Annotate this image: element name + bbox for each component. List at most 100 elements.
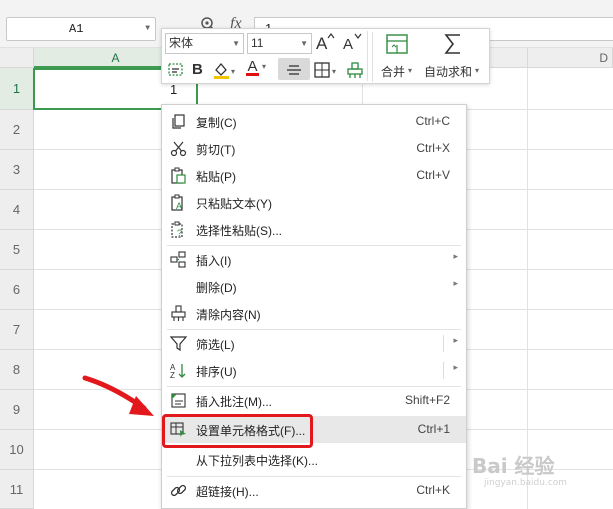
svg-text:A: A xyxy=(316,34,328,52)
menu-item-paste-text[interactable]: A 只粘贴文本(Y) xyxy=(162,189,466,216)
chevron-right-icon[interactable]: ▸ xyxy=(453,362,458,373)
menu-item-sort[interactable]: AZ 排序(U) ▸ xyxy=(162,357,466,384)
row-header-4[interactable]: 4 xyxy=(0,190,34,230)
font-name-select[interactable]: 宋体 ▼ xyxy=(165,33,244,54)
svg-text:A: A xyxy=(343,36,353,52)
menu-item-shortcut: Ctrl+X xyxy=(416,141,450,155)
menu-item-insert-comment[interactable]: 插入批注(M)... Shift+F2 xyxy=(162,387,466,414)
menu-item-label: 只粘贴文本(Y) xyxy=(196,197,272,211)
select-all-corner[interactable] xyxy=(0,48,34,68)
menu-item-label: 排序(U) xyxy=(196,365,237,379)
chevron-down-icon[interactable]: ▾ xyxy=(408,66,412,75)
merge-label[interactable]: 合并 xyxy=(381,63,405,80)
border-icon[interactable]: ▾ xyxy=(313,60,341,83)
menu-item-hyperlink[interactable]: 超链接(H)... Ctrl+K xyxy=(162,477,466,504)
row-header-2[interactable]: 2 xyxy=(0,110,34,150)
menu-item-label: 清除内容(N) xyxy=(196,308,261,322)
menu-item-label: 复制(C) xyxy=(196,116,237,130)
fill-color-icon[interactable]: ▾ xyxy=(212,60,238,83)
menu-item-label: 删除(D) xyxy=(196,281,237,295)
increase-font-icon[interactable]: A xyxy=(315,32,335,55)
paste-text-icon: A xyxy=(170,194,187,211)
font-color-glyph: A xyxy=(247,58,258,75)
chevron-down-icon: ▼ xyxy=(300,39,308,48)
clear-icon xyxy=(170,305,187,322)
chevron-right-icon: ▸ xyxy=(453,251,458,261)
menu-item-shortcut: Ctrl+V xyxy=(416,168,450,182)
merge-icon[interactable] xyxy=(385,33,409,58)
menu-item-shortcut: Ctrl+1 xyxy=(417,422,450,436)
row-header-1[interactable]: 1 xyxy=(0,68,34,110)
svg-text:▾: ▾ xyxy=(231,67,235,76)
toolbar-divider xyxy=(372,32,373,82)
chevron-down-icon[interactable]: ▾ xyxy=(475,66,479,75)
svg-text:Z: Z xyxy=(170,371,175,379)
font-size-select[interactable]: 11 ▼ xyxy=(247,33,312,54)
watermark-logo: Bai 经验 xyxy=(472,454,555,478)
menu-item-filter[interactable]: 筛选(L) ▸ xyxy=(162,330,466,357)
menu-item-label: 筛选(L) xyxy=(196,338,235,352)
cell-a1-value: 1 xyxy=(170,82,178,97)
annotation-arrow-icon xyxy=(82,375,154,416)
font-color-button[interactable]: A xyxy=(246,58,259,76)
chevron-right-icon[interactable]: ▸ xyxy=(453,335,458,346)
bold-button[interactable]: B xyxy=(192,60,203,80)
chevron-down-icon: ▼ xyxy=(232,39,240,48)
chevron-down-icon[interactable]: ▾ xyxy=(262,62,266,71)
menu-item-label: 选择性粘贴(S)... xyxy=(196,224,282,238)
highlight-box xyxy=(162,414,313,448)
format-brush-icon[interactable] xyxy=(166,60,186,83)
decrease-font-icon[interactable]: A xyxy=(342,32,362,55)
menu-item-shortcut: Ctrl+K xyxy=(416,483,450,497)
copy-icon xyxy=(170,113,187,130)
svg-text:A: A xyxy=(176,201,182,211)
row-header-8[interactable]: 8 xyxy=(0,350,34,390)
menu-item-insert[interactable]: 插入(I) ▸ xyxy=(162,246,466,273)
font-size-value: 11 xyxy=(251,36,264,50)
menu-item-label: 剪切(T) xyxy=(196,143,236,157)
row-header-3[interactable]: 3 xyxy=(0,150,34,190)
menu-item-cut[interactable]: 剪切(T) Ctrl+X xyxy=(162,135,466,162)
cut-icon xyxy=(170,140,187,157)
menu-item-shortcut: Ctrl+C xyxy=(415,114,450,128)
row-header-7[interactable]: 7 xyxy=(0,310,34,350)
menu-item-paste-special[interactable]: ? 选择性粘贴(S)... xyxy=(162,216,466,243)
name-box[interactable]: A1 ▼ xyxy=(6,17,156,41)
menu-item-shortcut: Shift+F2 xyxy=(404,393,450,407)
align-center-button[interactable] xyxy=(278,58,310,80)
row-header-6[interactable]: 6 xyxy=(0,270,34,310)
filter-icon xyxy=(169,335,188,352)
paste-icon xyxy=(170,167,187,184)
chevron-down-icon[interactable]: ▼ xyxy=(145,18,150,40)
row-header-11[interactable]: 11 xyxy=(0,470,34,509)
comment-icon xyxy=(170,392,187,409)
menu-item-paste[interactable]: 粘贴(P) Ctrl+V xyxy=(162,162,466,189)
clear-format-icon[interactable] xyxy=(345,60,365,83)
context-menu: 复制(C) Ctrl+C 剪切(T) Ctrl+X 粘贴(P) Ctrl+V A… xyxy=(161,104,467,509)
watermark-url: jingyan.baidu.com xyxy=(484,478,568,488)
menu-item-label: 插入(I) xyxy=(196,254,232,268)
menu-item-delete[interactable]: 删除(D) ▸ xyxy=(162,273,466,300)
font-name-value: 宋体 xyxy=(169,36,194,50)
autosum-label[interactable]: 自动求和 xyxy=(424,63,472,80)
row-header-9[interactable]: 9 xyxy=(0,390,34,430)
row-header-10[interactable]: 10 xyxy=(0,430,34,470)
menu-item-clear-contents[interactable]: 清除内容(N) xyxy=(162,300,466,327)
svg-text:▾: ▾ xyxy=(332,67,336,76)
name-box-value: A1 xyxy=(69,22,84,36)
menu-item-label: 插入批注(M)... xyxy=(196,395,272,409)
menu-item-copy[interactable]: 复制(C) Ctrl+C xyxy=(162,108,466,135)
svg-text:?: ? xyxy=(177,228,182,238)
row-header-5[interactable]: 5 xyxy=(0,230,34,270)
insert-icon xyxy=(170,251,187,268)
menu-item-pick-from-list[interactable]: 从下拉列表中选择(K)... xyxy=(162,446,466,473)
menu-item-label: 超链接(H)... xyxy=(196,485,259,499)
column-header-d[interactable]: D xyxy=(528,48,613,68)
paste-special-icon: ? xyxy=(170,221,187,238)
link-icon xyxy=(170,482,187,499)
menu-item-label: 从下拉列表中选择(K)... xyxy=(196,454,318,468)
autosum-icon[interactable] xyxy=(442,32,464,59)
toolbar-divider xyxy=(367,31,368,81)
sort-icon: AZ xyxy=(170,362,187,380)
mini-toolbar: 宋体 ▼ 11 ▼ A A B ▾ A ▾ ▾ 合并 ▾ 自动求和 ▾ xyxy=(161,28,490,84)
